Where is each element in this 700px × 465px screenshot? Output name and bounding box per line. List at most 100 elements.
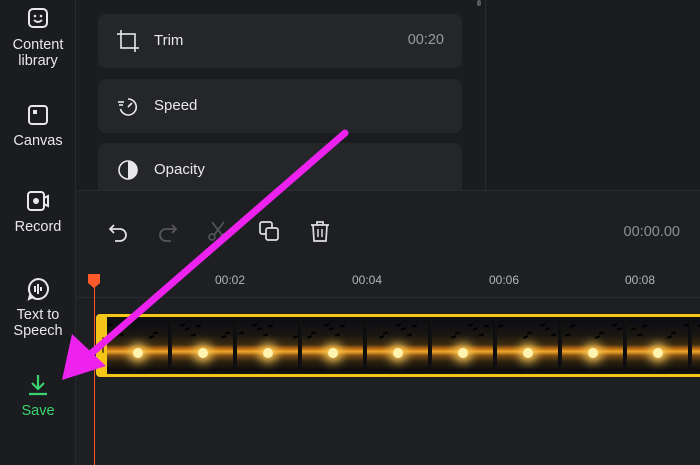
bird-silhouette <box>670 331 677 335</box>
bird-silhouette <box>323 323 330 327</box>
playhead-handle[interactable] <box>88 274 100 288</box>
clip-thumbnail <box>237 320 300 371</box>
bird-silhouette <box>544 327 551 331</box>
sidebar-item-label: Content <box>12 37 64 53</box>
speed-row[interactable]: Speed <box>98 79 462 133</box>
sun-glow <box>393 348 403 358</box>
bird-silhouette <box>190 333 197 337</box>
bird-silhouette <box>539 323 546 327</box>
sidebar-item-label: Record <box>14 219 62 235</box>
bird-silhouette <box>483 324 490 328</box>
ruler-tick: 00:08 <box>625 273 656 287</box>
clip-thumbnail <box>627 320 690 371</box>
sidebar-item-label: Canvas <box>13 133 63 149</box>
clip-thumbnail <box>107 320 170 371</box>
opacity-label: Opacity <box>154 161 205 178</box>
download-icon <box>29 375 47 396</box>
bird-silhouette <box>611 323 618 327</box>
bird-silhouette <box>630 327 637 331</box>
sidebar-item-canvas[interactable]: Canvas <box>0 102 76 149</box>
bird-silhouette <box>641 324 648 328</box>
bird-silhouette <box>400 327 407 331</box>
bird-silhouette <box>683 323 690 327</box>
bird-silhouette <box>411 324 418 328</box>
trim-duration: 00:20 <box>407 32 444 48</box>
sidebar-item-label: Speech <box>13 323 63 339</box>
bird-silhouette <box>339 324 346 328</box>
bird-silhouette <box>292 335 299 339</box>
bird-silhouette <box>450 335 457 339</box>
bird-silhouette <box>238 331 245 335</box>
bird-silhouette <box>224 331 231 335</box>
content-library-icon <box>28 8 48 28</box>
split-icon[interactable] <box>206 219 230 243</box>
bird-silhouette <box>310 331 317 335</box>
undo-icon[interactable] <box>106 219 130 243</box>
clip-thumbnail <box>497 320 560 371</box>
bird-silhouette <box>256 327 263 331</box>
save-label: Save <box>21 403 55 419</box>
clip-thumbnail <box>367 320 430 371</box>
bird-silhouette <box>334 333 341 337</box>
bird-silhouette <box>564 333 571 337</box>
sun-glow <box>328 348 338 358</box>
sidebar-item-record[interactable]: Record <box>0 188 76 235</box>
video-clip[interactable] <box>96 314 700 377</box>
bird-silhouette <box>328 327 335 331</box>
bird-silhouette <box>220 335 227 339</box>
bird-silhouette <box>179 323 186 327</box>
ruler-tick: 00:06 <box>489 273 520 287</box>
sun-glow <box>523 348 533 358</box>
bird-silhouette <box>598 331 605 335</box>
preview-area <box>486 0 700 190</box>
clip-trim-handle[interactable] <box>99 317 107 374</box>
trim-row[interactable]: Trim 00:20 <box>98 14 462 68</box>
bird-silhouette <box>118 333 125 337</box>
trim-label: Trim <box>154 32 184 49</box>
sidebar-item-text-to-speech[interactable]: Text to Speech <box>0 276 76 339</box>
speed-label: Speed <box>154 97 198 114</box>
bird-silhouette <box>378 335 385 339</box>
sidebar-item-content-library[interactable]: Content library <box>0 6 76 69</box>
duplicate-icon[interactable] <box>257 219 281 243</box>
delete-icon[interactable] <box>308 219 332 243</box>
sidebar-item-label: Text to <box>16 307 60 323</box>
bird-silhouette <box>467 323 474 327</box>
panel-scrollbar[interactable] <box>477 0 481 6</box>
bird-silhouette <box>616 327 623 331</box>
canvas-icon <box>28 105 48 125</box>
opacity-icon <box>118 160 138 180</box>
bird-silhouette <box>306 335 313 339</box>
sun-glow <box>198 348 208 358</box>
bird-silhouette <box>406 333 413 337</box>
clip-thumbnail <box>692 320 700 371</box>
text-to-speech-icon <box>27 277 49 301</box>
sidebar-item-label: library <box>18 53 58 69</box>
bird-silhouette <box>382 331 389 335</box>
bird-silhouette <box>478 333 485 337</box>
sun-glow <box>263 348 273 358</box>
ruler-divider <box>76 297 700 298</box>
bird-silhouette <box>395 323 402 327</box>
ruler-tick: 00:02 <box>215 273 246 287</box>
bird-silhouette <box>550 333 557 337</box>
sun-glow <box>458 348 468 358</box>
playhead-line[interactable] <box>93 285 95 465</box>
sidebar-item-save[interactable]: Save <box>0 372 76 419</box>
redo-icon[interactable] <box>156 219 180 243</box>
clip-thumbnail <box>302 320 365 371</box>
bird-silhouette <box>522 335 529 339</box>
bird-silhouette <box>636 333 643 337</box>
current-time: 00:00.00 <box>623 224 680 240</box>
clip-thumbnail <box>172 320 235 371</box>
bird-silhouette <box>152 331 159 335</box>
opacity-row[interactable]: Opacity <box>98 143 462 190</box>
speed-icon <box>118 98 138 116</box>
record-icon <box>27 191 49 211</box>
bird-silhouette <box>107 323 114 327</box>
bird-silhouette <box>195 324 202 328</box>
sun-glow <box>588 348 598 358</box>
left-sidebar: Content library Canvas Record Text to Sp… <box>0 0 76 465</box>
bird-silhouette <box>184 327 191 331</box>
bird-silhouette <box>251 323 258 327</box>
